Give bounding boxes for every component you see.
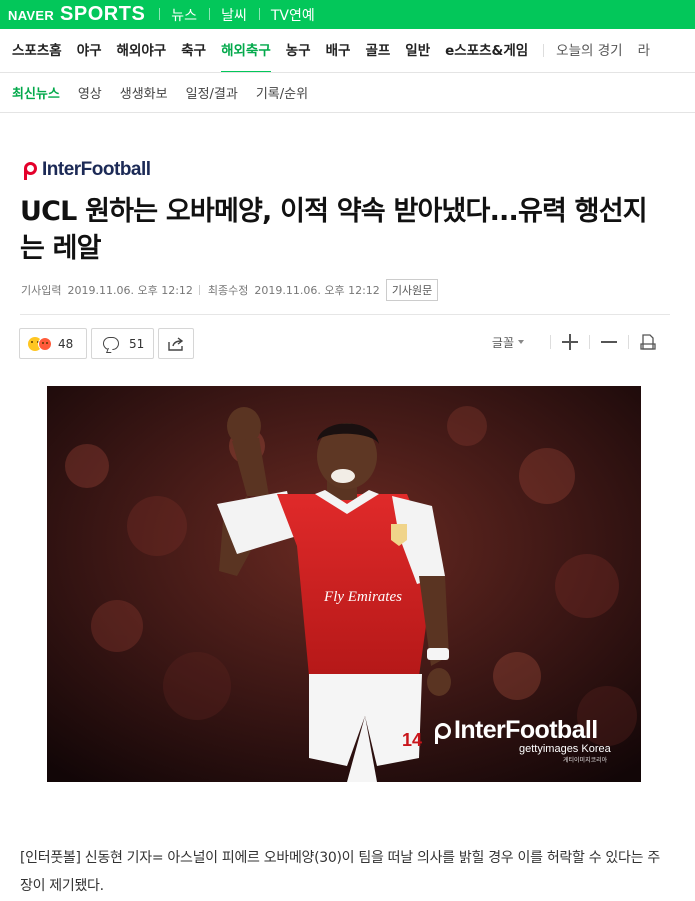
plus-icon[interactable] [561, 333, 579, 351]
right-tools: 글꼴 [492, 333, 657, 351]
top-bar: NAVER SPORTS 뉴스 날씨 TV연예 [0, 0, 695, 29]
article-photo[interactable]: Fly Emirates 14 InterFootball gettyimage… [47, 386, 641, 782]
toplink-weather[interactable]: 날씨 [209, 5, 259, 25]
nav-item-soccer[interactable]: 축구 [181, 29, 206, 72]
photo-watermark: InterFootball gettyimages Korea 게티이미지코리아 [435, 716, 611, 764]
subnav-video[interactable]: 영상 [78, 83, 102, 102]
nav-item-overflow[interactable]: 라 [638, 29, 650, 72]
input-label: 기사입력 [21, 284, 62, 297]
subnav-records[interactable]: 기록/순위 [256, 83, 308, 102]
chevron-down-icon [518, 340, 524, 344]
angry-reaction-icon [38, 336, 52, 351]
sub-nav: 최신뉴스 영상 생생화보 일정/결과 기록/순위 [0, 73, 695, 113]
press-logo[interactable]: InterFootball [22, 159, 151, 181]
tool-divider [550, 335, 551, 349]
watermark-text: InterFootball [454, 716, 598, 744]
original-article-button[interactable]: 기사원문 [385, 279, 439, 301]
nav-item-baseball[interactable]: 야구 [77, 29, 102, 72]
font-size-button[interactable]: 글꼴 [492, 334, 514, 351]
press-name: InterFootball [42, 159, 151, 180]
nav-item-basketball[interactable]: 농구 [286, 29, 311, 72]
article-title: UCL 원하는 오바메양, 이적 약속 받아냈다...유력 행선지는 레알 [20, 196, 648, 264]
toplink-tv-entertainment[interactable]: TV연예 [258, 5, 327, 25]
nav-item-world-baseball[interactable]: 해외야구 [117, 29, 167, 72]
nav-item-golf[interactable]: 골프 [365, 29, 390, 72]
naver-logo-text: NAVER [8, 8, 55, 23]
share-icon [168, 336, 184, 351]
interfootball-logo-icon [435, 722, 451, 744]
nav-item-sports-home[interactable]: 스포츠홈 [12, 29, 62, 72]
comment-icon [103, 337, 119, 350]
toplink-news[interactable]: 뉴스 [159, 5, 209, 25]
header-divider [20, 314, 670, 315]
subnav-latest-news[interactable]: 최신뉴스 [12, 83, 60, 102]
reaction-count: 48 [58, 336, 74, 351]
reaction-button[interactable]: 48 [19, 328, 87, 359]
subnav-schedule[interactable]: 일정/결과 [186, 83, 238, 102]
nav-item-today-games[interactable]: 오늘의 경기 [556, 29, 622, 72]
jersey-sponsor-fly: Fly Emirates [323, 589, 402, 605]
comment-count: 51 [129, 336, 145, 351]
edit-time: 2019.11.06. 오후 12:12 [254, 284, 380, 297]
photo-credit-sub: 게티이미지코리아 [563, 757, 608, 764]
main-nav: 스포츠홈 야구 해외야구 축구 해외축구 농구 배구 골프 일반 e스포츠&게임… [0, 29, 695, 73]
minus-icon[interactable] [600, 333, 618, 351]
nav-item-general[interactable]: 일반 [405, 29, 430, 72]
share-button[interactable] [158, 328, 194, 359]
jersey-number: 14 [402, 730, 422, 750]
nav-item-volleyball[interactable]: 배구 [326, 29, 351, 72]
edit-label: 최종수정 [207, 284, 249, 297]
naver-sports-logo[interactable]: NAVER SPORTS [8, 3, 145, 26]
comment-button[interactable]: 51 [91, 328, 154, 359]
meta-divider [198, 285, 200, 295]
article-meta: 기사입력 2019.11.06. 오후 12:12 최종수정 2019.11.0… [21, 279, 439, 301]
input-time: 2019.11.06. 오후 12:12 [67, 284, 193, 297]
subnav-photos[interactable]: 생생화보 [120, 83, 168, 102]
photo-credit: gettyimages Korea [519, 743, 611, 755]
nav-divider [543, 44, 545, 57]
tool-divider [589, 335, 590, 349]
tool-divider [628, 335, 629, 349]
press-logo-icon [22, 161, 40, 180]
nav-item-world-soccer[interactable]: 해외축구 [221, 29, 271, 72]
sports-logo-text: SPORTS [60, 3, 146, 25]
article-body: [인터풋볼] 신동현 기자= 아스널이 피에르 오바메양(30)이 팀을 떠날 … [20, 850, 660, 894]
print-icon[interactable] [639, 333, 657, 351]
nav-item-esports[interactable]: e스포츠&게임 [445, 29, 528, 72]
